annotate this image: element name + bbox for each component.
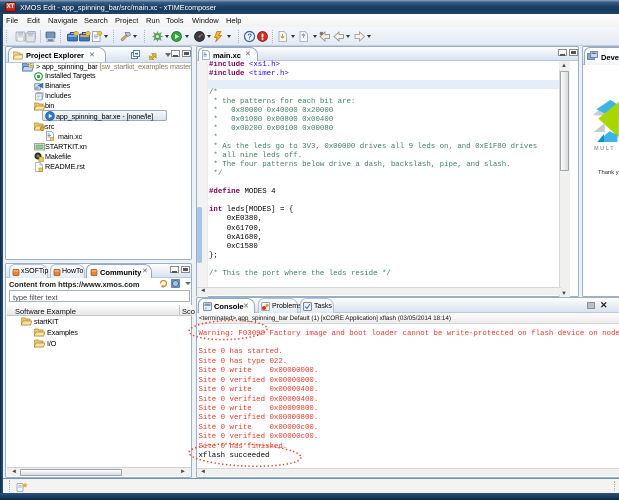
svg-text:?: ? [247, 32, 252, 41]
